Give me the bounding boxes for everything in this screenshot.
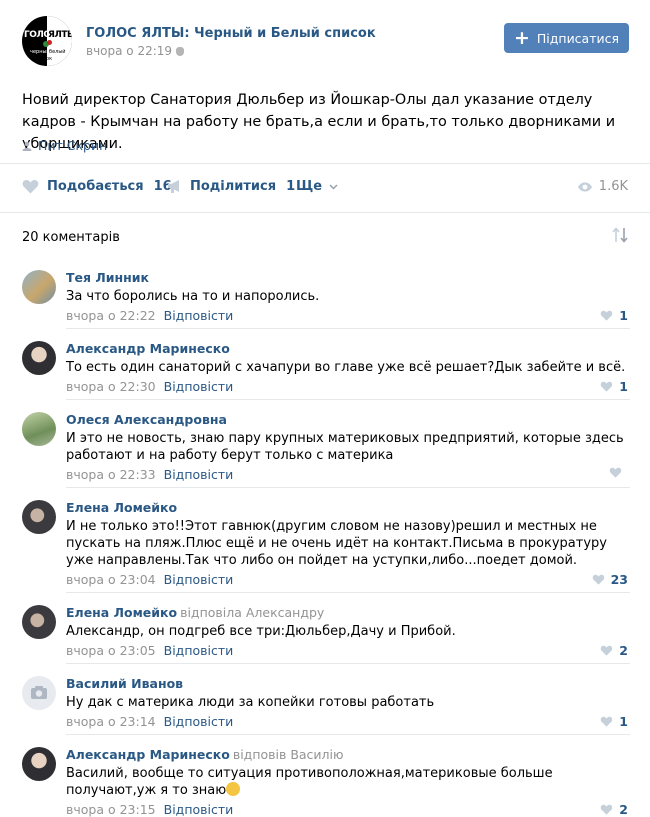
- avatar[interactable]: [22, 341, 56, 375]
- views-counter: 1.6K: [577, 179, 628, 194]
- avatar[interactable]: [22, 500, 56, 534]
- reply-to-label: відповів Василію: [232, 747, 344, 762]
- avatar[interactable]: [22, 605, 56, 639]
- sort-icon[interactable]: [611, 227, 629, 243]
- avatar[interactable]: [22, 270, 56, 304]
- comment-author[interactable]: Василий Иванов: [66, 676, 183, 691]
- comment-like-button[interactable]: 1: [600, 308, 628, 323]
- grin-emoji-icon: [226, 782, 241, 796]
- avatar[interactable]: [22, 747, 56, 781]
- comment-meta: вчора о 22:22 Відповісти: [66, 308, 233, 323]
- comment-text: За что боролись на то и напоролись.: [66, 289, 320, 304]
- comment-time[interactable]: вчора о 22:33: [66, 467, 156, 482]
- comment-time[interactable]: вчора о 23:04: [66, 572, 156, 587]
- reply-button[interactable]: Відповісти: [164, 572, 234, 587]
- post-text: Новий директор Санатория Дюльбер из Йошк…: [22, 92, 616, 152]
- share-button[interactable]: Поділитися 1: [167, 179, 295, 194]
- reply-button[interactable]: Відповісти: [164, 308, 234, 323]
- post-author-link[interactable]: ГОЛОС ЯЛТЫ: Черный и Белый список: [86, 26, 376, 41]
- divider: [0, 163, 650, 164]
- post-signer[interactable]: Пит Скрин: [22, 138, 107, 153]
- comment-like-button[interactable]: 1: [600, 714, 628, 729]
- avatar[interactable]: [22, 412, 56, 446]
- chevron-down-icon: [329, 183, 338, 190]
- comment-author[interactable]: Александр Маринеско: [66, 341, 230, 356]
- comment-time[interactable]: вчора о 22:22: [66, 308, 156, 323]
- heart-icon: [601, 804, 613, 815]
- comment-text: Ну дак с материка люди за копейки готовы…: [66, 695, 435, 710]
- more-button[interactable]: Ще: [296, 179, 338, 194]
- like-button[interactable]: Подобається 16: [22, 179, 172, 194]
- avatar[interactable]: [22, 676, 56, 710]
- comments-count: 20 коментарів: [22, 230, 120, 245]
- comment-time[interactable]: вчора о 22:30: [66, 379, 156, 394]
- plus-icon: +: [513, 26, 530, 49]
- heart-icon: [601, 716, 613, 727]
- heart-icon: [601, 645, 613, 656]
- heart-icon: [22, 180, 39, 194]
- comment-divider: [66, 592, 630, 593]
- comment-author[interactable]: Тея Линник: [66, 270, 149, 285]
- comment-divider: [66, 399, 630, 400]
- reply-button[interactable]: Відповісти: [164, 379, 234, 394]
- post-actions: Подобається 16 Поділитися 1 Ще 1.6K: [0, 176, 650, 198]
- comment-meta: вчора о 22:33 Відповісти: [66, 467, 233, 482]
- comment-text: И это не новость, знаю пару крупных мате…: [66, 431, 624, 463]
- comment-like-button[interactable]: [609, 467, 628, 478]
- comment-meta: вчора о 23:05 Відповісти: [66, 643, 233, 658]
- reply-button[interactable]: Відповісти: [164, 467, 234, 482]
- comment-meta: вчора о 23:14 Відповісти: [66, 714, 233, 729]
- comment-time[interactable]: вчора о 23:14: [66, 714, 156, 729]
- heart-icon: [601, 381, 613, 392]
- comment-divider: [66, 328, 630, 329]
- comment-like-button[interactable]: 23: [592, 572, 628, 587]
- camera-icon: [31, 686, 47, 699]
- reply-button[interactable]: Відповісти: [164, 714, 234, 729]
- divider: [0, 212, 650, 213]
- comment-author[interactable]: Елена Ломейко відповіла Александру: [66, 605, 324, 620]
- comment-divider: [66, 487, 630, 488]
- reply-to-label: відповіла Александру: [180, 605, 325, 620]
- group-logo[interactable]: ГОЛОС ЯЛТЫ черный белый список: [22, 16, 72, 66]
- megaphone-icon: [168, 179, 179, 193]
- post-card: ГОЛОС ЯЛТЫ черный белый список ГОЛОС ЯЛТ…: [0, 0, 650, 817]
- user-icon: [22, 141, 32, 151]
- comment-time[interactable]: вчора о 23:05: [66, 643, 156, 658]
- comment-text: Александр, он подгреб все три:Дюльбер,Да…: [66, 624, 456, 639]
- comment-like-button[interactable]: 1: [600, 379, 628, 394]
- comment-text: И не только это!!Этот гавнюк(другим слов…: [66, 519, 607, 568]
- reply-button[interactable]: Відповісти: [164, 643, 234, 658]
- comment-meta: вчора о 22:30 Відповісти: [66, 379, 233, 394]
- comment-text: То есть один санаторий с хачапури во гла…: [66, 360, 626, 375]
- comment-divider: [66, 734, 630, 735]
- subscribe-button[interactable]: + Підписатися: [504, 23, 629, 53]
- comment-text: Василий, вообще то ситуация противополож…: [66, 766, 553, 798]
- apple-icon: [176, 47, 185, 56]
- comment-divider: [66, 663, 630, 664]
- heart-icon: [601, 310, 613, 321]
- comment-author[interactable]: Елена Ломейко: [66, 500, 177, 515]
- heart-icon: [609, 467, 622, 478]
- heart-icon: [592, 574, 604, 585]
- eye-icon: [577, 182, 592, 191]
- comment-meta: вчора о 23:04 Відповісти: [66, 572, 233, 587]
- comment-like-button[interactable]: 2: [600, 643, 628, 658]
- comment-author[interactable]: Александр Маринеско відповів Василію: [66, 747, 344, 762]
- post-header: ГОЛОС ЯЛТЫ черный белый список ГОЛОС ЯЛТ…: [0, 0, 650, 76]
- post-date[interactable]: вчора о 22:19: [86, 44, 185, 58]
- comment-author[interactable]: Олеся Александровна: [66, 412, 227, 427]
